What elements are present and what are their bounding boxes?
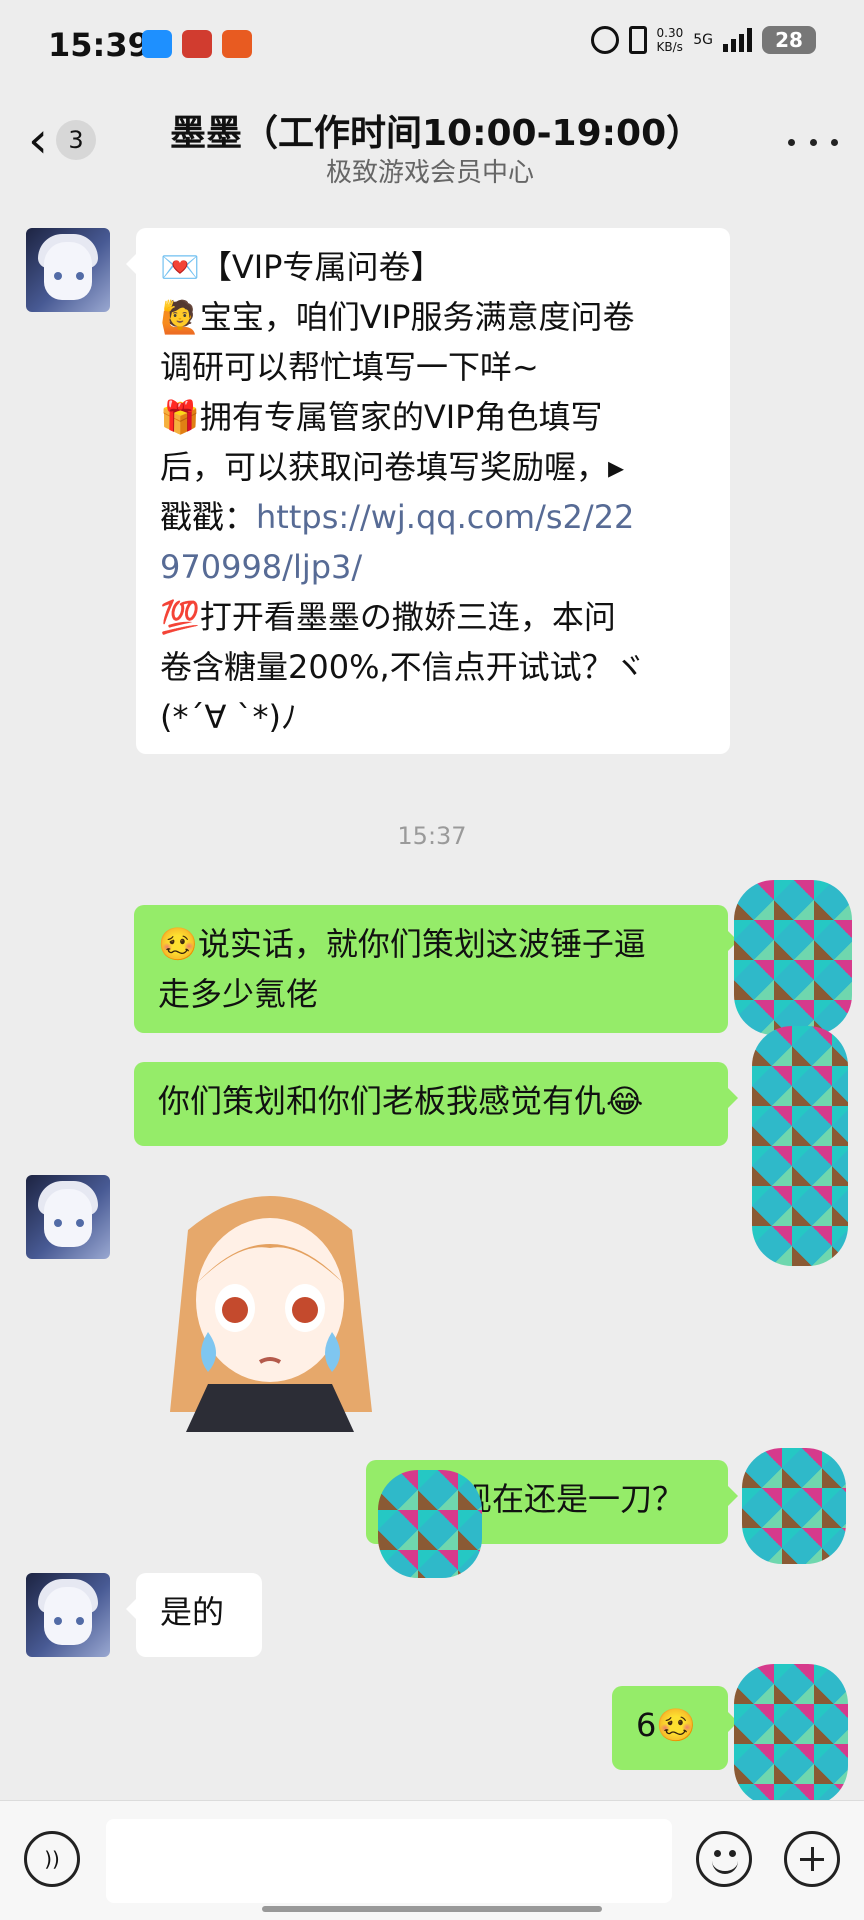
add-icon[interactable] [784, 1831, 840, 1887]
message-bubble[interactable]: 💌【VIP专属问卷】 🙋宝宝，咱们VIP服务满意度问卷 调研可以帮忙填写一下咩~… [126, 228, 730, 754]
blurred-user-avatar [734, 1664, 848, 1806]
network-speed: 0.30 KB/s [656, 26, 684, 54]
agent-avatar[interactable] [26, 1175, 110, 1259]
blurred-user-avatar [734, 880, 852, 1035]
more-icon[interactable] [788, 122, 838, 162]
message-line: 是的 [160, 1593, 225, 1631]
blurred-user-avatar [752, 1026, 848, 1266]
message-line: 🙋宝宝，咱们VIP服务满意度问卷 [160, 298, 635, 336]
home-indicator[interactable] [262, 1906, 602, 1912]
agent-avatar[interactable] [26, 228, 110, 312]
message-input[interactable] [106, 1819, 672, 1903]
chevron-left-icon: ‹ [28, 111, 48, 169]
unread-count-badge: 3 [56, 120, 96, 160]
survey-link[interactable]: 970998/ljp3/ [160, 542, 706, 592]
message-line: 调研可以帮忙填写一下咩~ [160, 348, 539, 386]
chat-header: ‹ 3 墨墨（工作时间10:00-19:00） 极致游戏会员中心 [0, 92, 864, 202]
system-status-icons: 0.30 KB/s 5G 28 [590, 26, 816, 54]
message-timestamp: 15:37 [397, 822, 467, 850]
message-input-bar: )) [0, 1800, 864, 1920]
message-line: 戳戳：https://wj.qq.com/s2/22 [160, 498, 635, 536]
status-bar: 15:39 0.30 KB/s 5G 28 [0, 0, 864, 92]
message-line: 💯打开看墨墨の撒娇三连，本问 [160, 598, 616, 636]
message-bubble[interactable]: 6🥴 [612, 1686, 738, 1770]
chat-title: 墨墨（工作时间10:00-19:00） [170, 113, 703, 154]
message-line: 后，可以获取问卷填写奖励喔，▸ [160, 448, 625, 486]
message-bubble[interactable]: 🥴说实话，就你们策划这波锤子逼 走多少氪佬 [134, 905, 738, 1033]
message-line: 💌【VIP专属问卷】 [160, 248, 443, 286]
message-line: 6🥴 [636, 1706, 697, 1744]
message-line: 你们策划和你们老板我感觉有仇😂 [158, 1082, 644, 1120]
vibrate-icon [628, 26, 647, 54]
status-time: 15:39 [48, 26, 150, 64]
blurred-user-avatar [742, 1448, 846, 1564]
notification-icon [142, 30, 172, 58]
message-bubble[interactable]: 是的 [126, 1573, 262, 1657]
message-line: 卷含糖量200%,不信点开试试？ヾ [160, 648, 646, 686]
blurred-user-avatar [378, 1470, 482, 1578]
alarm-icon [590, 26, 619, 54]
shop-icon [222, 30, 252, 58]
battery-icon: 28 [762, 26, 816, 54]
message-line: 🥴说实话，就你们策划这波锤子逼 [158, 925, 646, 963]
message-line: 🎁拥有专属管家的VIP角色填写 [160, 398, 603, 436]
network-type: 5G [693, 32, 713, 48]
message-line: 走多少氪佬 [158, 975, 319, 1013]
message-bubble[interactable]: 你们策划和你们老板我感觉有仇😂 [134, 1062, 738, 1146]
chat-subtitle: 极致游戏会员中心 [325, 158, 534, 188]
back-button[interactable]: ‹ 3 [28, 110, 120, 170]
message-line: (*´∀ `*)ﾉ [160, 698, 298, 736]
crying-anime-sticker[interactable] [150, 1172, 390, 1432]
status-app-icons [142, 30, 252, 58]
survey-link[interactable]: https://wj.qq.com/s2/22 [256, 498, 634, 536]
gift-icon [182, 30, 212, 58]
emoji-icon[interactable] [696, 1831, 752, 1887]
signal-icon [723, 28, 752, 52]
agent-avatar[interactable] [26, 1573, 110, 1657]
voice-input-icon[interactable]: )) [24, 1831, 80, 1887]
